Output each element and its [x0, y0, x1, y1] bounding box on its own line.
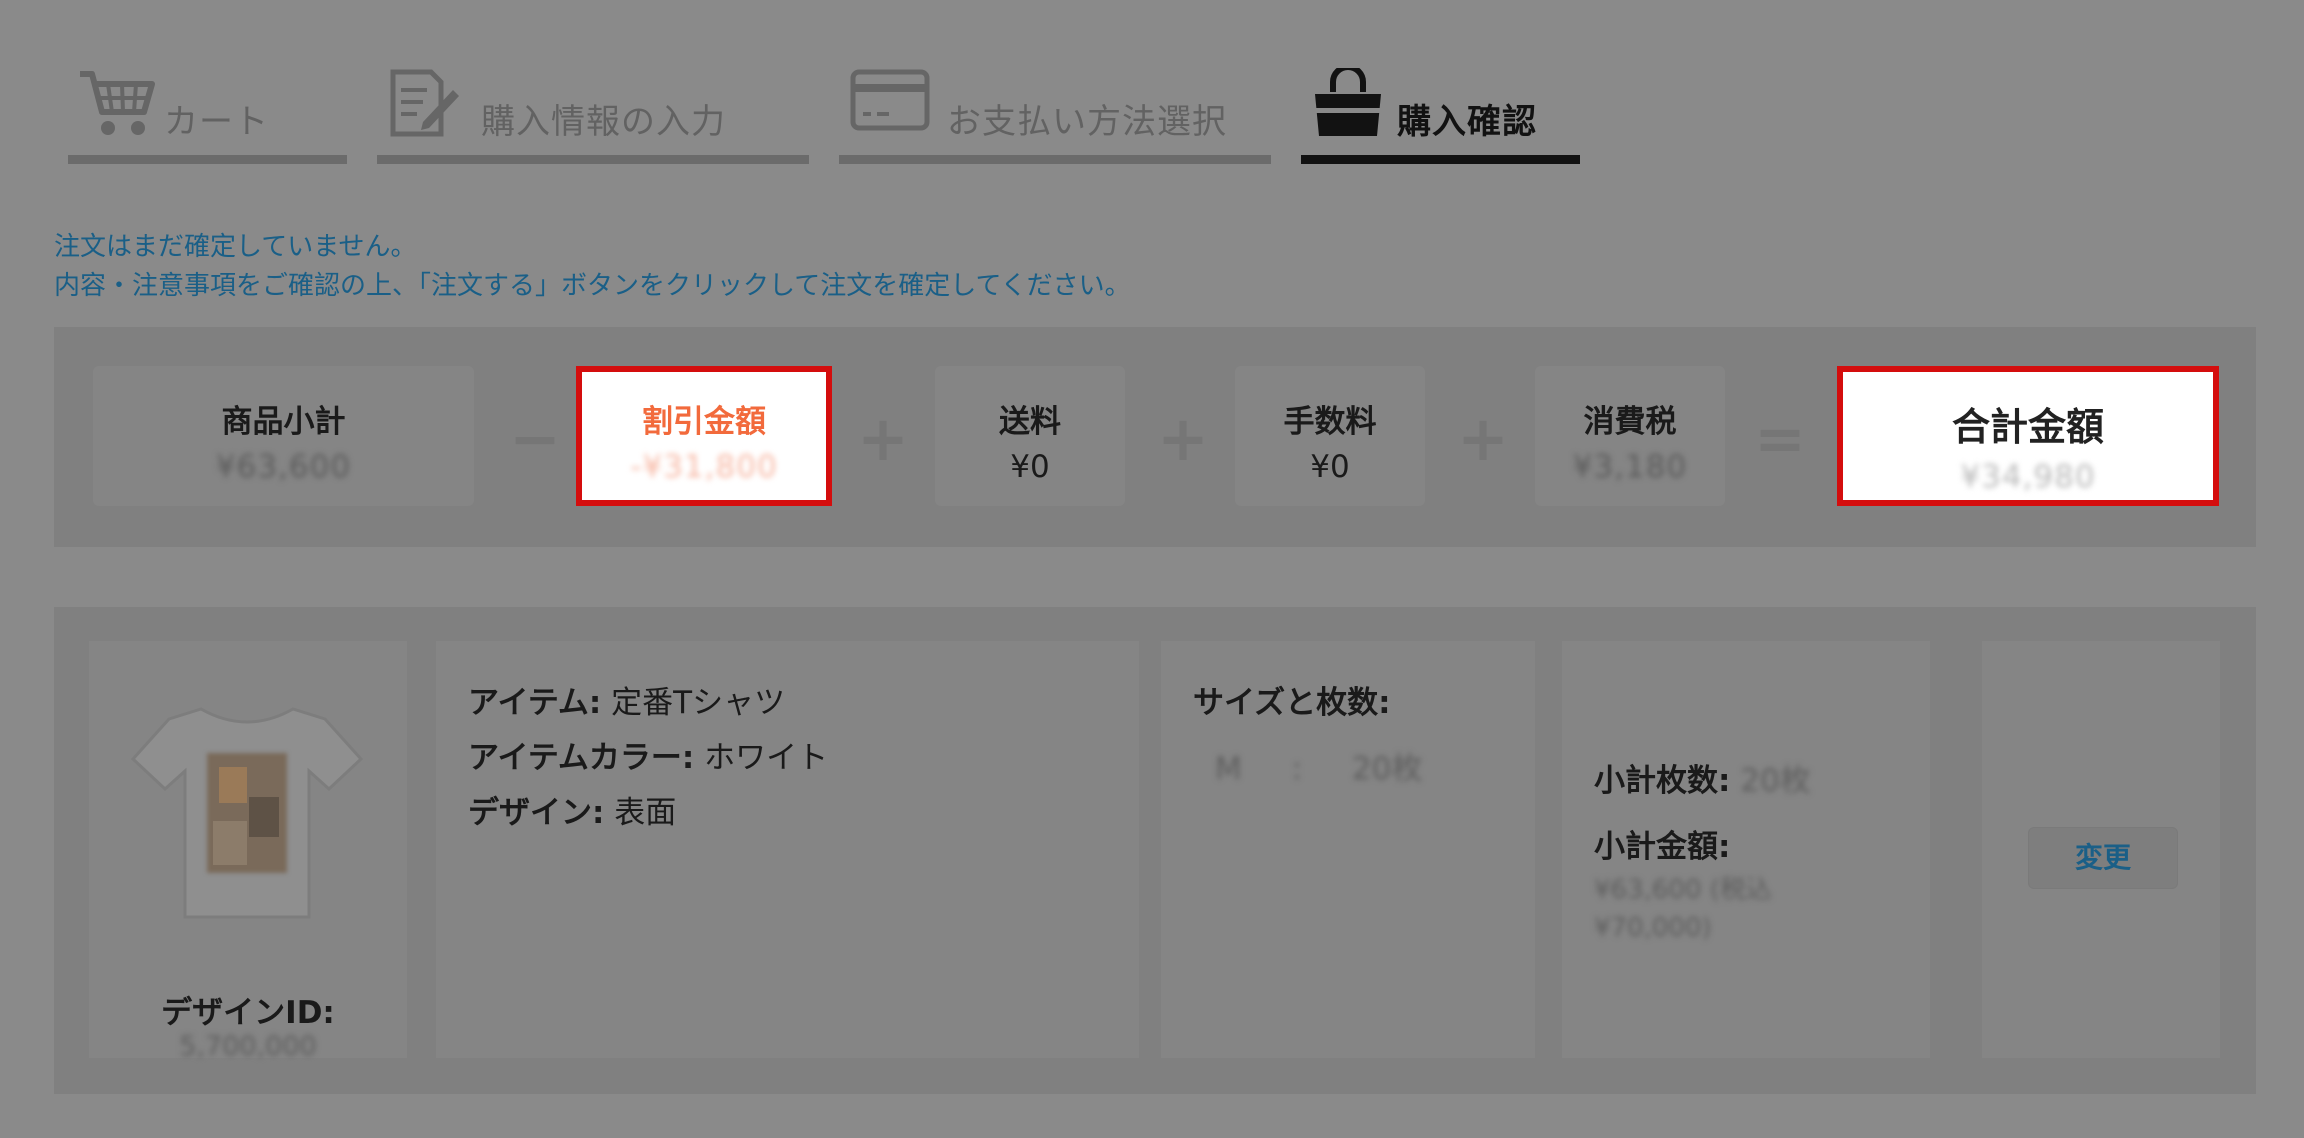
purchase-confirmation-page: カート 購入情報の入力 お支払い方法選択 購入確認 注文はまだ確定していません。… [0, 0, 2304, 1138]
item-row: アイテム: 定番Tシャツ [468, 677, 785, 722]
step-label: お支払い方法選択 [947, 102, 1227, 142]
subtotal-value: ¥63,600 [215, 449, 352, 485]
tax-value: ¥3,180 [1572, 449, 1688, 485]
total-box: 合計金額 ¥34,980 [1837, 366, 2219, 506]
tax-label: 消費税 [1583, 404, 1677, 440]
item-color-row: アイテムカラー: ホワイト [468, 732, 828, 777]
step-progress-bar [68, 155, 347, 164]
discount-label: 割引金額 [642, 404, 766, 440]
change-button[interactable]: 変更 [2028, 827, 2178, 889]
minus-operator: − [509, 402, 561, 475]
step-cart[interactable]: カート [68, 64, 347, 164]
subtotal-qty-label: 小計枚数: [1594, 763, 1731, 799]
subtotal-panel: 小計枚数: 20枚 小計金額: ¥63,600 (税込 ¥70,000) [1562, 641, 1930, 1058]
shipping-value: ¥0 [1010, 449, 1050, 485]
design-id-value: 5,700,000 [179, 1031, 317, 1062]
price-summary: 商品小計 ¥63,600 − 割引金額 -¥31,800 + 送料 ¥0 + 手… [54, 327, 2256, 547]
design-id-label: デザインID: [161, 995, 335, 1031]
design-label: デザイン: [468, 795, 605, 831]
size-quantity-entry: M : 20枚 [1215, 743, 1422, 788]
shipping-label: 送料 [999, 404, 1061, 440]
size-value: M [1215, 751, 1242, 787]
step-payment-method[interactable]: お支払い方法選択 [839, 64, 1271, 164]
shopping-bag-icon [1311, 64, 1385, 144]
item-details-panel: アイテム: 定番Tシャツ アイテムカラー: ホワイト デザイン: 表面 [436, 641, 1139, 1058]
item-color-value: ホワイト [704, 740, 829, 776]
subtotal-box: 商品小計 ¥63,600 [93, 366, 474, 506]
fee-value: ¥0 [1310, 449, 1350, 485]
item-value: 定番Tシャツ [611, 685, 786, 721]
step-label: カート [164, 102, 269, 142]
step-progress-bar [377, 155, 809, 164]
step-progress-bar [1301, 155, 1580, 164]
plus-operator: + [857, 402, 909, 475]
size-quantity-label: サイズと枚数: [1193, 685, 1391, 721]
item-color-label: アイテムカラー: [468, 740, 695, 776]
plus-operator: + [1457, 402, 1509, 475]
subtotal-qty-value: 20枚 [1740, 763, 1811, 799]
tax-box: 消費税 ¥3,180 [1535, 366, 1725, 506]
item-label: アイテム: [468, 685, 602, 721]
total-label: 合計金額 [1951, 405, 2104, 449]
equals-operator: = [1754, 402, 1806, 475]
cart-icon [78, 68, 158, 144]
order-item: デザインID: 5,700,000 アイテム: 定番Tシャツ アイテムカラー: … [54, 607, 2256, 1094]
edit-document-icon [387, 68, 463, 144]
subtotal-amount-label: 小計金額: [1594, 829, 1731, 865]
design-value: 表面 [614, 795, 677, 831]
step-progress-bar [839, 155, 1271, 164]
design-preview-panel: デザインID: 5,700,000 [89, 641, 407, 1062]
total-value: ¥34,980 [1960, 459, 2096, 495]
notice-line-2: 内容・注意事項をご確認の上、「注文する」ボタンをクリックして注文を確定してくださ… [54, 271, 1131, 301]
subtotal-qty-row: 小計枚数: 20枚 [1594, 755, 1811, 800]
size-separator: : [1291, 751, 1303, 787]
subtotal-amount-value: ¥63,600 (税込 [1594, 875, 1772, 905]
credit-card-icon [849, 68, 931, 138]
size-quantity-panel: サイズと枚数: M : 20枚 [1161, 641, 1535, 1058]
tshirt-thumbnail[interactable] [129, 701, 364, 921]
change-panel: 変更 [1982, 641, 2220, 1058]
subtotal-label: 商品小計 [221, 404, 346, 440]
subtotal-amount-value-2: ¥70,000) [1594, 913, 1712, 943]
step-label: 購入確認 [1397, 102, 1537, 142]
fee-label: 手数料 [1283, 404, 1377, 440]
design-row: デザイン: 表面 [468, 787, 676, 832]
step-purchase-confirmation[interactable]: 購入確認 [1301, 64, 1580, 164]
notice-line-1: 注文はまだ確定していません。 [54, 232, 417, 262]
step-label: 購入情報の入力 [481, 102, 726, 142]
discount-value: -¥31,800 [630, 449, 778, 485]
quantity-value: 20枚 [1351, 751, 1423, 787]
plus-operator: + [1157, 402, 1209, 475]
step-purchase-info[interactable]: 購入情報の入力 [377, 64, 809, 164]
shipping-box: 送料 ¥0 [935, 366, 1125, 506]
discount-box: 割引金額 -¥31,800 [576, 366, 832, 506]
order-not-confirmed-notice: 注文はまだ確定していません。 内容・注意事項をご確認の上、「注文する」ボタンをク… [54, 228, 1131, 306]
fee-box: 手数料 ¥0 [1235, 366, 1425, 506]
